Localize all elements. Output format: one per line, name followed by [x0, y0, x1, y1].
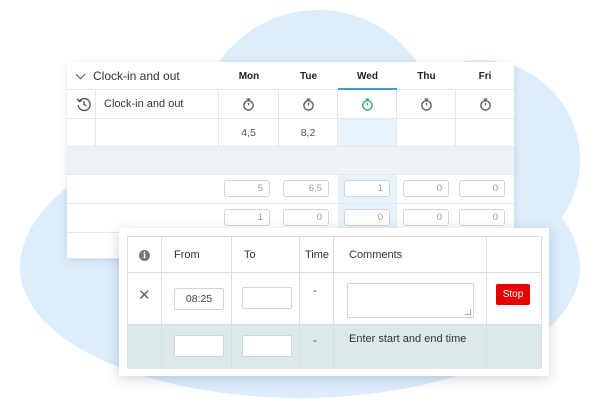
hours-input-fri[interactable]: 0 [459, 180, 505, 197]
group-separator-row [67, 147, 514, 175]
from-time-input[interactable]: 08:25 [174, 288, 224, 310]
time-entry-header: i From To Time Comments [128, 237, 541, 273]
grid-header: Clock-in and out Mon Tue Wed Thu Fri [67, 62, 514, 90]
from-cell: 08:25 [162, 273, 232, 324]
hours-input-wed[interactable]: 1 [344, 180, 390, 197]
chevron-down-icon[interactable] [75, 69, 86, 79]
hours-input-thu[interactable]: 0 [403, 209, 449, 226]
section-title: Clock-in and out [93, 69, 180, 83]
total-fri [456, 119, 514, 146]
stopwatch-cell[interactable] [456, 90, 514, 118]
duration-value: - [313, 285, 317, 297]
entry-hint: Enter start and end time [349, 333, 467, 345]
total-wed [338, 119, 397, 146]
hours-input-mon[interactable]: 1 [224, 209, 270, 226]
history-icon[interactable] [76, 96, 92, 112]
new-entry-row: - Enter start and end time [128, 325, 541, 369]
stopwatch-icon[interactable] [420, 98, 433, 111]
time-entry-table: i From To Time Comments ✕ 08:25 - Stop -… [127, 236, 542, 369]
hours-input-wed[interactable]: 0 [344, 209, 390, 226]
stopwatch-cell-active[interactable] [338, 90, 397, 118]
stopwatch-cell[interactable] [219, 90, 279, 118]
new-to-time-input[interactable] [242, 335, 292, 357]
hours-input-fri[interactable]: 0 [459, 209, 505, 226]
delete-cell: ✕ [128, 273, 162, 324]
time-cell: - [300, 325, 334, 369]
header-to: To [232, 237, 300, 272]
comments-cell [334, 273, 487, 324]
time-entry-row: ✕ 08:25 - Stop [128, 273, 541, 325]
new-from-time-input[interactable] [174, 335, 224, 357]
empty-cell [96, 119, 219, 146]
hours-input-row: 5 6,5 1 0 0 [67, 175, 514, 204]
hint-cell: Enter start and end time [334, 325, 487, 369]
day-header-fri[interactable]: Fri [456, 62, 514, 90]
total-mon: 4,5 [219, 119, 279, 146]
total-thu [397, 119, 456, 146]
totals-row: 4,5 8,2 [67, 119, 514, 147]
empty-cell [128, 325, 162, 369]
stop-button[interactable]: Stop [496, 284, 530, 305]
stopwatch-cell[interactable] [397, 90, 456, 118]
close-icon[interactable]: ✕ [138, 286, 151, 304]
total-tue: 8,2 [279, 119, 338, 146]
to-cell [232, 273, 300, 324]
info-icon[interactable]: i [139, 250, 150, 261]
stopwatch-icon[interactable] [479, 98, 492, 111]
empty-cell [487, 237, 541, 272]
resize-handle[interactable] [465, 309, 471, 315]
day-header-mon[interactable]: Mon [219, 62, 279, 90]
stopwatch-icon[interactable] [302, 98, 315, 111]
history-cell [67, 90, 96, 118]
new-duration-value: - [313, 335, 317, 347]
section-toggle[interactable]: Clock-in and out [75, 62, 180, 90]
hours-input-thu[interactable]: 0 [403, 180, 449, 197]
info-cell: i [128, 237, 162, 272]
day-header-thu[interactable]: Thu [397, 62, 456, 90]
time-entry-popup: i From To Time Comments ✕ 08:25 - Stop -… [119, 228, 549, 376]
action-cell: Stop [487, 273, 541, 324]
to-time-input[interactable] [242, 287, 292, 309]
stopwatch-active-icon[interactable] [361, 98, 374, 111]
day-header-tue[interactable]: Tue [279, 62, 338, 90]
day-header-wed[interactable]: Wed [338, 62, 397, 90]
row-label: Clock-in and out [96, 90, 219, 118]
from-cell [162, 325, 232, 369]
hours-input-tue[interactable]: 0 [283, 209, 329, 226]
stopwatch-cell[interactable] [279, 90, 338, 118]
to-cell [232, 325, 300, 369]
header-from: From [162, 237, 232, 272]
header-time: Time [300, 237, 334, 272]
empty-cell [487, 325, 541, 369]
time-cell: - [300, 273, 334, 324]
stopwatch-icon[interactable] [242, 98, 255, 111]
clock-in-row: Clock-in and out [67, 90, 514, 119]
hours-input-tue[interactable]: 6,5 [283, 180, 329, 197]
comment-textarea[interactable] [347, 283, 474, 318]
header-comments: Comments [334, 237, 487, 272]
hours-input-mon[interactable]: 5 [224, 180, 270, 197]
empty-cell [67, 119, 96, 146]
